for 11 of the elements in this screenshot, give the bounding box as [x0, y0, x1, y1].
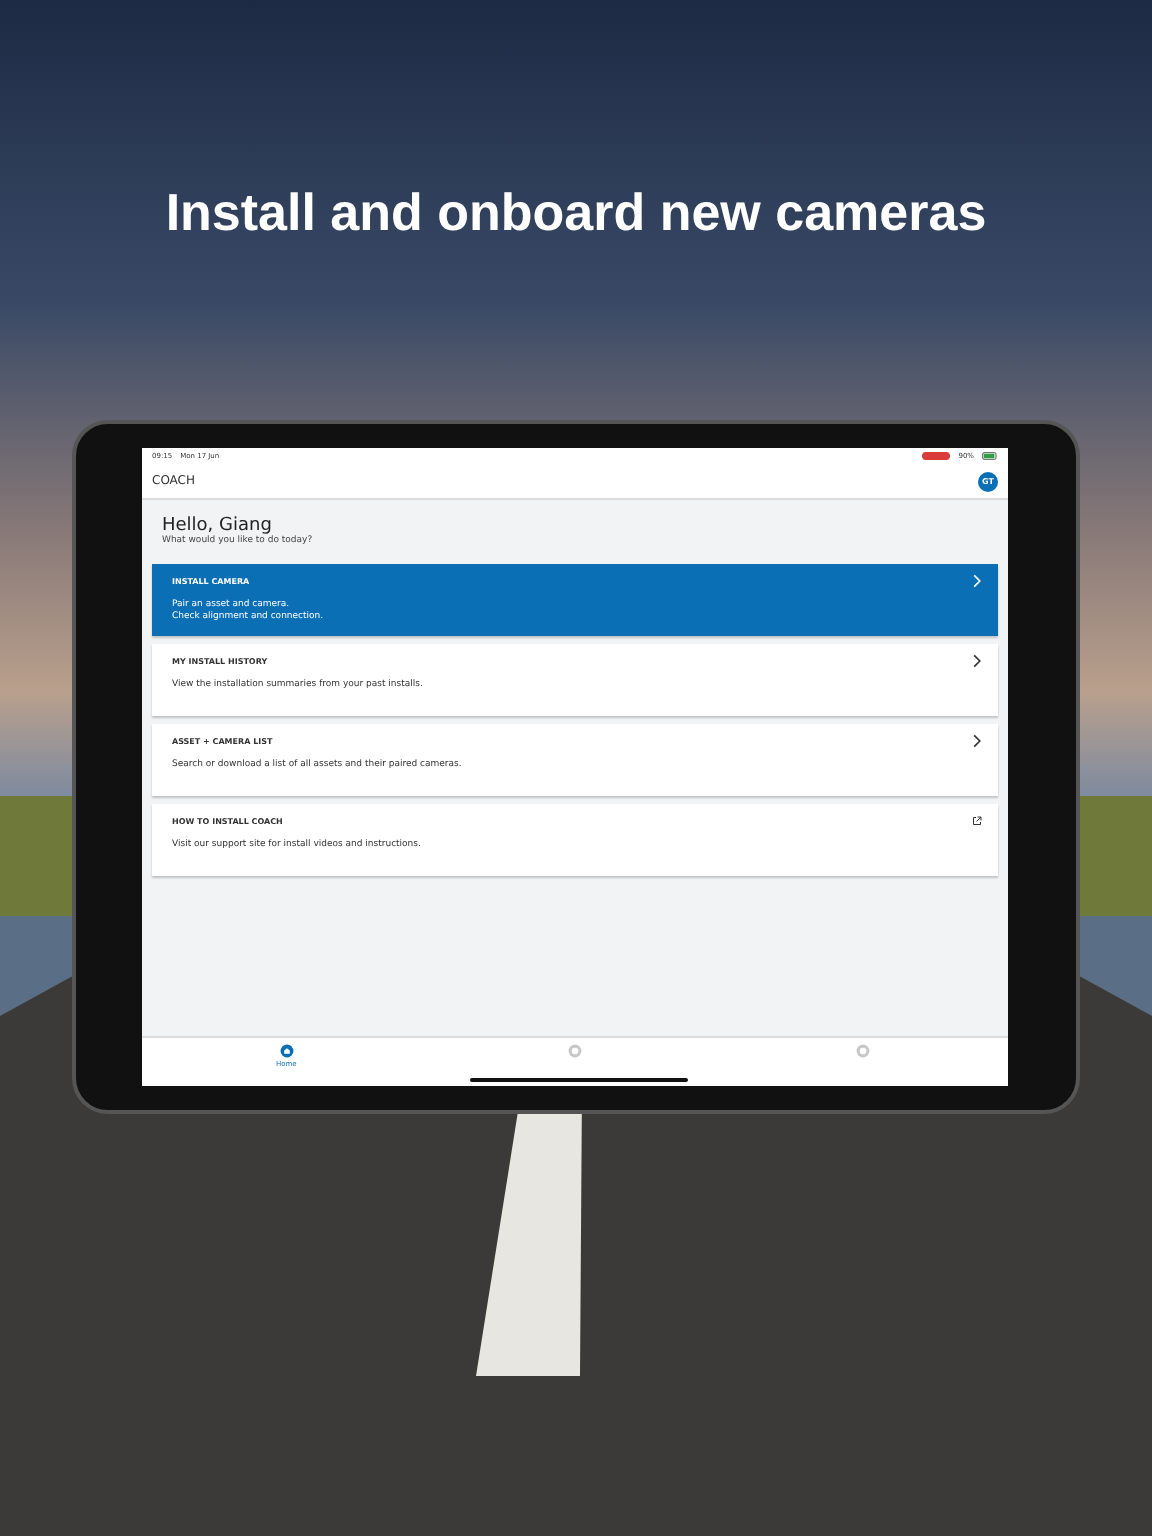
chevron-right-icon: [972, 654, 982, 668]
battery-icon: [982, 452, 998, 460]
chevron-right-icon: [972, 734, 982, 748]
circle-icon: [856, 1044, 871, 1058]
headline: Install and onboard new cameras: [165, 180, 987, 246]
chevron-right-icon: [972, 574, 982, 588]
greeting-title: Hello, Giang: [162, 516, 272, 536]
circle-icon: [567, 1044, 582, 1058]
external-link-icon: [972, 814, 982, 828]
recording-indicator-icon: [922, 452, 951, 460]
home-icon: [279, 1044, 294, 1058]
